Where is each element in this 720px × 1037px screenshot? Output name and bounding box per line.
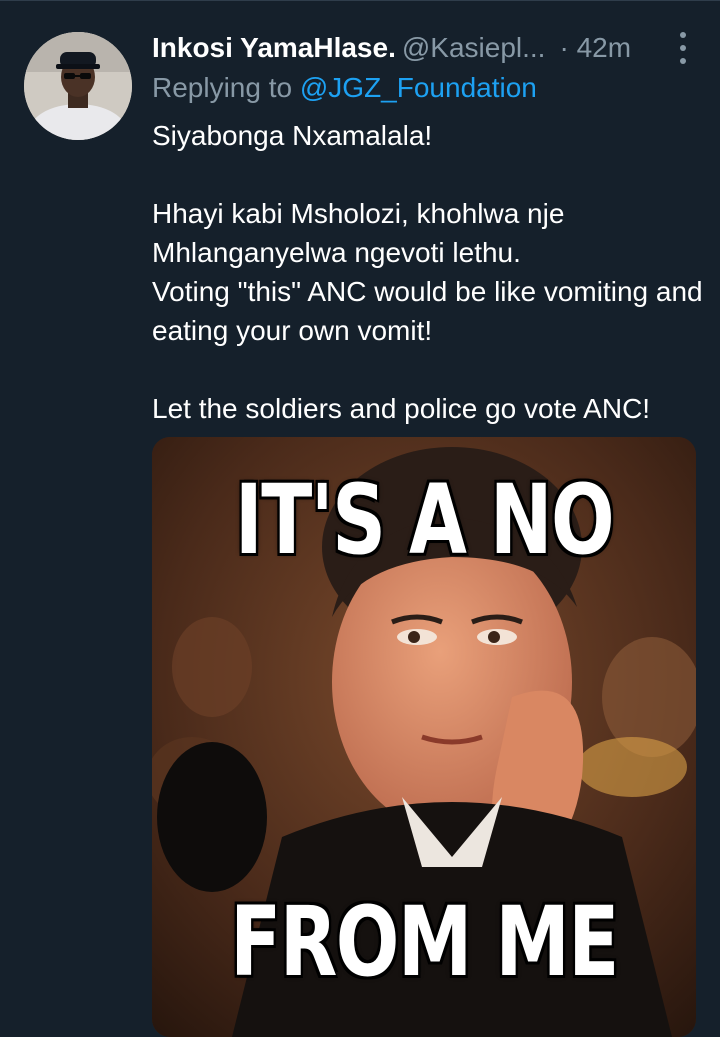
user-handle[interactable]: @Kasiepl...: [402, 32, 546, 63]
meme-top-text: IT'S A NO: [234, 464, 615, 576]
replying-mention-link[interactable]: @JGZ_Foundation: [300, 72, 537, 103]
more-dot-icon: [680, 58, 686, 64]
tweet-text-line: Siyabonga Nxamalala!: [152, 120, 433, 151]
tweet-text-line: Let the soldiers and police go vote ANC!: [152, 393, 651, 424]
top-divider: [0, 0, 720, 1]
more-options-button[interactable]: [676, 32, 690, 64]
more-dot-icon: [680, 45, 686, 51]
tweet-media-image[interactable]: IT'S A NO FROM ME: [152, 437, 696, 1037]
avatar-image: [24, 32, 132, 140]
tweet-text-line: Hhayi kabi Msholozi, khohlwa nje Mhlanga…: [152, 198, 565, 268]
tweet-text-line: Voting "this" ANC would be like vomiting…: [152, 276, 703, 346]
tweet-header: Inkosi YamaHlase. @Kasiepl... · 42m: [152, 28, 692, 68]
meme-bottom-text: FROM ME: [230, 886, 619, 998]
timestamp[interactable]: 42m: [577, 32, 631, 63]
replying-label: Replying to: [152, 72, 293, 103]
replying-to: Replying to @JGZ_Foundation: [152, 68, 537, 108]
tweet-text: Siyabonga Nxamalala! Hhayi kabi Msholozi…: [152, 116, 712, 428]
more-dot-icon: [680, 32, 686, 38]
separator-dot: ·: [559, 32, 569, 63]
display-name[interactable]: Inkosi YamaHlase.: [152, 32, 396, 63]
avatar[interactable]: [24, 32, 132, 140]
